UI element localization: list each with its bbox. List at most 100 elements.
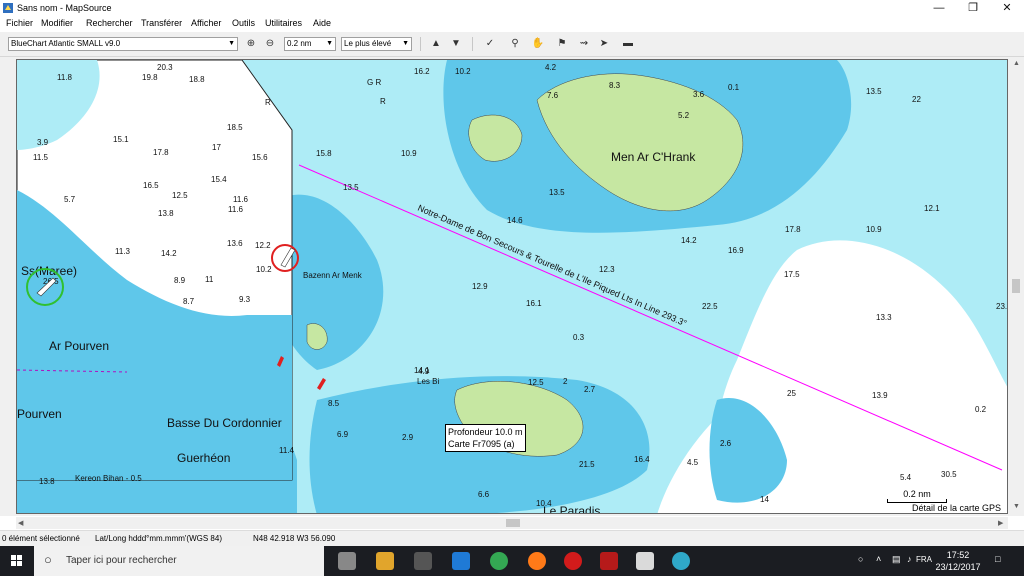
depth-sounding: R: [265, 98, 271, 107]
mapsource-taskbar-icon[interactable]: [672, 552, 690, 570]
depth-sounding: 10.2: [256, 265, 272, 274]
depth-sounding: 13.8: [158, 209, 174, 218]
depth-sounding: 13.9: [872, 391, 888, 400]
menu-bar: Fichier Modifier Rechercher Transférer A…: [0, 16, 1024, 32]
firefox-icon[interactable]: [528, 552, 546, 570]
depth-sounding: 11.3: [115, 247, 131, 256]
windows-start-icon[interactable]: [0, 546, 34, 576]
vertical-scrollbar[interactable]: ▲ ▼: [1010, 59, 1022, 514]
menu-fichier[interactable]: Fichier: [6, 18, 33, 28]
depth-sounding: 15.1: [113, 135, 129, 144]
close-icon[interactable]: ✕: [990, 0, 1024, 16]
zoom-scale-select[interactable]: 0.2 nm ▼: [284, 37, 336, 51]
map-tooltip: Profondeur 10.0 m Carte Fr7095 (a): [445, 424, 526, 452]
clock-date: 23/12/2017: [935, 562, 981, 572]
volume-icon[interactable]: ♪: [907, 554, 912, 564]
edge-icon[interactable]: [452, 552, 470, 570]
scroll-up-icon[interactable]: ▲: [1013, 60, 1020, 67]
depth-sounding: 12.1: [924, 204, 940, 213]
horizontal-scrollbar[interactable]: ◀ ▶: [16, 517, 1008, 529]
depth-sounding: 14: [760, 495, 769, 504]
detail-level-select[interactable]: Le plus élevé ▼: [341, 37, 412, 51]
route-tool-icon[interactable]: ⇝: [576, 36, 592, 52]
depth-sounding: 10.9: [866, 225, 882, 234]
depth-sounding: 12.9: [472, 282, 488, 291]
depth-sounding: 17.5: [784, 270, 800, 279]
depth-sounding: 5.7: [64, 195, 76, 204]
mail-icon[interactable]: [636, 552, 654, 570]
menu-afficher[interactable]: Afficher: [191, 18, 221, 28]
depth-sounding: 11.8: [57, 73, 73, 82]
menu-outils[interactable]: Outils: [232, 18, 255, 28]
scroll-down-icon[interactable]: ▼: [1013, 503, 1020, 510]
search-placeholder: Taper ici pour rechercher: [66, 555, 177, 566]
map-tool-icon[interactable]: ✓: [482, 36, 498, 52]
network-icon[interactable]: ▤: [892, 554, 901, 565]
minimize-icon[interactable]: —: [922, 0, 956, 16]
depth-sounding: 20.3: [157, 63, 173, 72]
depth-sounding: 10.4: [536, 499, 552, 508]
vertical-scroll-thumb[interactable]: [1012, 279, 1020, 293]
horizontal-scroll-thumb[interactable]: [506, 519, 520, 527]
zoom-tool-icon[interactable]: ⚲: [507, 36, 523, 52]
receive-from-device-icon[interactable]: ▲: [428, 36, 444, 52]
place-le-paradis: Le Paradis: [543, 504, 600, 514]
place-les-bi: Les Bi: [417, 377, 439, 386]
depth-sounding: 5.2: [678, 111, 690, 120]
store-icon[interactable]: [414, 552, 432, 570]
depth-sounding: 22: [912, 95, 921, 104]
depth-sounding: 5.4: [900, 473, 912, 482]
notification-icon[interactable]: □: [995, 554, 1000, 564]
send-to-device-icon[interactable]: ▼: [448, 36, 464, 52]
scroll-left-icon[interactable]: ◀: [18, 519, 23, 527]
depth-sounding: 8.7: [183, 297, 195, 306]
depth-sounding: 12.3: [599, 265, 615, 274]
place-bazenn-ar-menk: Bazenn Ar Menk: [303, 271, 363, 280]
chrome-icon[interactable]: [490, 552, 508, 570]
place-men-ar-chrank: Men Ar C'Hrank: [611, 150, 696, 164]
menu-utilitaires[interactable]: Utilitaires: [265, 18, 302, 28]
depth-sounding: R: [380, 97, 386, 106]
toolbar: BlueChart Atlantic SMALL v9.0 ▼ ⊕ ⊖ 0.2 …: [0, 32, 1024, 57]
depth-sounding: 0.2: [975, 405, 987, 414]
depth-sounding: 16.9: [728, 246, 744, 255]
depth-sounding: 14.6: [507, 216, 523, 225]
place-ar-pourven: Ar Pourven: [49, 339, 109, 353]
selection-arrow-icon[interactable]: ➤: [596, 36, 612, 52]
depth-sounding: 15.4: [211, 175, 227, 184]
taskbar-search-box[interactable]: ○ Taper ici pour rechercher: [34, 546, 324, 576]
menu-transferer[interactable]: Transférer: [141, 18, 182, 28]
depth-sounding: 8.9: [174, 276, 186, 285]
zoom-out-icon[interactable]: ⊖: [262, 36, 278, 52]
depth-sounding: 4.9: [418, 367, 430, 376]
depth-sounding: 13.5: [343, 183, 359, 192]
opera-icon[interactable]: [564, 552, 582, 570]
menu-aide[interactable]: Aide: [313, 18, 331, 28]
depth-sounding: 3.6: [693, 90, 705, 99]
depth-sounding: 13.3: [876, 313, 892, 322]
task-view-icon[interactable]: [338, 552, 356, 570]
scroll-right-icon[interactable]: ▶: [998, 519, 1003, 527]
depth-sounding: 9.3: [239, 295, 251, 304]
measure-ruler-icon[interactable]: ▬: [620, 36, 636, 52]
maximize-icon[interactable]: ❐: [956, 0, 990, 16]
depth-sounding: 18.5: [227, 123, 243, 132]
tray-chevron-icon[interactable]: ˄: [876, 554, 881, 564]
depth-sounding: 11.6: [233, 195, 249, 204]
people-icon[interactable]: ○: [858, 554, 863, 564]
depth-sounding: 16.4: [634, 455, 650, 464]
zoom-in-icon[interactable]: ⊕: [243, 36, 259, 52]
map-product-select[interactable]: BlueChart Atlantic SMALL v9.0 ▼: [8, 37, 238, 51]
taskbar-clock[interactable]: 17:52 23/12/2017: [928, 549, 988, 573]
waypoint-flag-icon[interactable]: ⚑: [554, 36, 570, 52]
menu-modifier[interactable]: Modifier: [41, 18, 73, 28]
window-title: Sans nom - MapSource: [17, 3, 112, 13]
detail-level-value: Le plus élevé: [344, 39, 392, 48]
title-bar: Sans nom - MapSource — ❐ ✕: [0, 0, 1024, 16]
clock-time: 17:52: [946, 550, 970, 560]
tooltip-chart: Carte Fr7095 (a): [448, 439, 515, 449]
filezilla-icon[interactable]: [600, 552, 618, 570]
menu-rechercher[interactable]: Rechercher: [86, 18, 133, 28]
hand-pan-icon[interactable]: ✋: [530, 36, 546, 52]
app-icon-1[interactable]: [376, 552, 394, 570]
